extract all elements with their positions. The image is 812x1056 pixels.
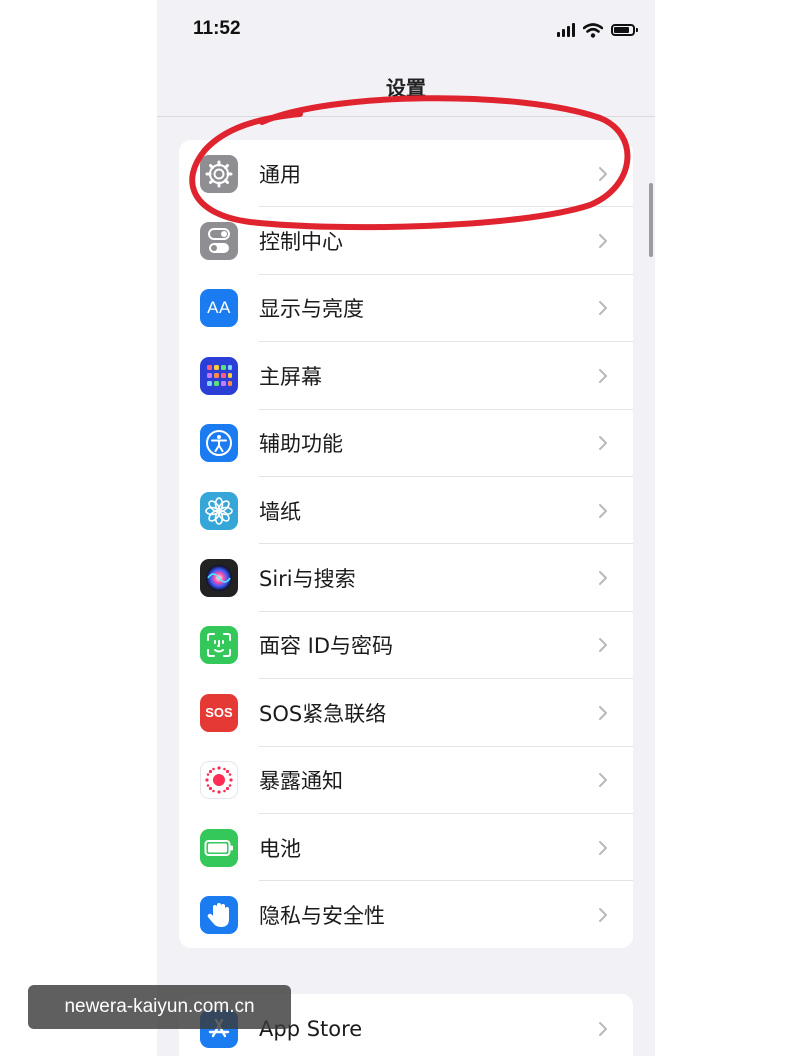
text-size-icon: AA: [200, 289, 238, 328]
chevron-right-icon: [599, 166, 607, 181]
settings-item-label: SOS紧急联络: [259, 701, 387, 726]
chevron-right-icon: [599, 907, 607, 922]
settings-item-label: 电池: [259, 836, 301, 861]
chevron-right-icon: [599, 234, 607, 249]
settings-item-accessibility[interactable]: 辅助功能: [179, 410, 633, 477]
wifi-icon: [583, 22, 603, 38]
siri-icon: [200, 559, 238, 598]
chevron-right-icon: [599, 436, 607, 451]
battery-icon: [200, 828, 238, 867]
gear-icon: [200, 154, 238, 193]
settings-item-display-brightness[interactable]: AA 显示与亮度: [179, 275, 633, 343]
toggles-icon: [200, 222, 238, 261]
chevron-right-icon: [599, 1022, 607, 1036]
settings-item-label: 主屏幕: [259, 364, 322, 389]
settings-item-home-screen[interactable]: 主屏幕: [179, 342, 633, 410]
settings-item-wallpaper[interactable]: 墙纸: [179, 477, 633, 545]
text-size-glyph: AA: [207, 298, 231, 318]
accessibility-icon: [200, 424, 238, 463]
chevron-right-icon: [599, 773, 607, 788]
nav-divider: [157, 116, 655, 117]
settings-item-battery[interactable]: 电池: [179, 814, 633, 882]
page-title: 设置: [386, 76, 426, 100]
sos-icon: SOS: [200, 693, 238, 732]
settings-item-label: 控制中心: [259, 230, 343, 255]
chevron-right-icon: [599, 705, 607, 720]
home-screen-grid-icon: [200, 356, 238, 395]
settings-item-privacy-security[interactable]: 隐私与安全性: [179, 881, 633, 948]
settings-item-label: 面容 ID与密码: [259, 634, 394, 659]
status-time: 11:52: [193, 18, 241, 39]
chevron-right-icon: [599, 368, 607, 383]
hand-icon: [200, 895, 238, 934]
face-id-icon: [200, 626, 238, 665]
exposure-notification-icon: [200, 761, 238, 800]
chevron-right-icon: [599, 301, 607, 316]
watermark: newera-kaiyun.com.cn: [28, 985, 291, 1029]
settings-item-exposure-notifications[interactable]: 暴露通知: [179, 747, 633, 814]
settings-item-general[interactable]: 通用: [179, 140, 633, 208]
settings-item-emergency-sos[interactable]: SOS SOS紧急联络: [179, 679, 633, 747]
settings-group-main: 通用 控制中心 AA 显示与亮度 主屏幕 辅助功能 墙纸 Siri与搜索 面容 …: [179, 140, 633, 948]
status-icons: [557, 22, 638, 38]
settings-item-label: 通用: [259, 162, 301, 187]
settings-item-label: 辅助功能: [259, 432, 343, 457]
chevron-right-icon: [599, 503, 607, 518]
settings-item-face-id-passcode[interactable]: 面容 ID与密码: [179, 612, 633, 680]
battery-status-icon: [611, 24, 638, 36]
phone-screen: 11:52 设置 通用 控制中心 AA 显示与亮度 主屏幕 辅助功能 墙纸 Si…: [157, 0, 655, 1056]
cellular-signal-icon: [557, 23, 575, 37]
scroll-indicator[interactable]: [649, 183, 653, 257]
settings-item-label: 显示与亮度: [259, 297, 364, 322]
settings-item-label: Siri与搜索: [259, 567, 356, 592]
settings-item-control-center[interactable]: 控制中心: [179, 207, 633, 275]
chevron-right-icon: [599, 571, 607, 586]
status-bar: 11:52: [157, 0, 655, 60]
chevron-right-icon: [599, 638, 607, 653]
chevron-right-icon: [599, 840, 607, 855]
sos-glyph: SOS: [205, 705, 233, 721]
settings-item-label: 墙纸: [259, 499, 301, 524]
settings-item-siri-search[interactable]: Siri与搜索: [179, 544, 633, 612]
settings-item-label: 暴露通知: [259, 769, 343, 794]
flower-icon: [200, 491, 238, 530]
settings-item-label: 隐私与安全性: [259, 903, 385, 928]
